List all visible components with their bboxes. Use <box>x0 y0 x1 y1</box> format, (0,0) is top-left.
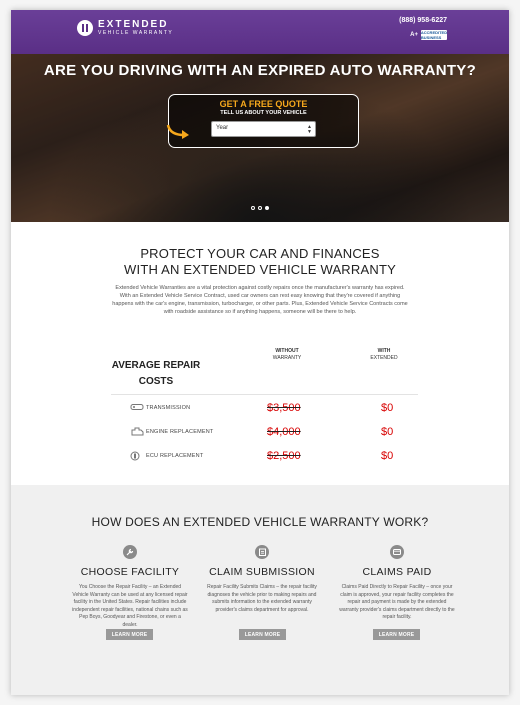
carousel-dot-active[interactable] <box>265 206 269 210</box>
wallet-icon <box>390 545 404 559</box>
price-without: $2,500 <box>267 450 301 462</box>
column-header-with: WITH EXTENDED <box>370 348 398 361</box>
table-row: ECU REPLACEMENT $2,500 $0 <box>111 443 418 467</box>
logo-sub-text: VEHICLE WARRANTY <box>98 30 174 36</box>
engine-icon <box>131 427 144 436</box>
how-heading: HOW DOES AN EXTENDED VEHICLE WARRANTY WO… <box>91 515 429 529</box>
how-it-works-section: HOW DOES AN EXTENDED VEHICLE WARRANTY WO… <box>11 485 509 695</box>
step-claims-paid: CLAIMS PAID Claims Paid Directly to Repa… <box>327 545 467 622</box>
learn-more-button[interactable]: LEARN MORE <box>373 629 420 640</box>
select-arrows-icon: ▲ ▼ <box>307 124 312 135</box>
trust-badges: A+ ACCREDITED BUSINESS <box>410 30 447 40</box>
quote-form: GET A FREE QUOTE TELL US ABOUT YOUR VEHI… <box>168 94 359 148</box>
wrench-icon <box>123 545 137 559</box>
table-row: ENGINE REPLACEMENT $4,000 $0 <box>111 419 418 443</box>
repair-heading: AVERAGE REPAIR COSTS <box>111 360 201 387</box>
price-without: $4,000 <box>267 426 301 438</box>
curved-arrow-icon <box>166 124 189 139</box>
landing-page: EXTENDED VEHICLE WARRANTY (888) 958-6227… <box>11 10 509 695</box>
quote-title: GET A FREE QUOTE <box>219 99 308 109</box>
protect-section: PROTECT YOUR CAR AND FINANCES WITH AN EX… <box>11 246 509 316</box>
step-text: Repair Facility Submits Claims – the rep… <box>207 584 317 613</box>
hero-banner: ARE YOU DRIVING WITH AN EXPIRED AUTO WAR… <box>11 54 509 222</box>
learn-more-button[interactable]: LEARN MORE <box>239 629 286 640</box>
step-claim-submission: CLAIM SUBMISSION Repair Facility Submits… <box>192 545 332 614</box>
step-choose-facility: CHOOSE FACILITY You Choose the Repair Fa… <box>60 545 200 629</box>
step-text: Claims Paid Directly to Repair Facility … <box>339 584 455 620</box>
price-with: $0 <box>381 402 394 414</box>
transmission-icon <box>130 404 144 410</box>
carousel-dots <box>11 206 509 210</box>
protect-body: Extended Vehicle Warranties are a vital … <box>112 285 408 315</box>
bbb-badge[interactable]: ACCREDITED BUSINESS <box>421 30 447 40</box>
repair-cost-table: AVERAGE REPAIR COSTS WITHOUT WARRANTY WI… <box>111 348 418 467</box>
carousel-dot[interactable] <box>258 206 262 210</box>
table-row: TRANSMISSION $3,500 $0 <box>111 395 418 419</box>
price-without: $3,500 <box>267 402 301 414</box>
step-title: CHOOSE FACILITY <box>80 566 180 578</box>
carousel-dot[interactable] <box>251 206 255 210</box>
repair-label: ECU REPLACEMENT <box>146 453 204 459</box>
logo-main-text: EXTENDED <box>98 19 169 30</box>
learn-more-button[interactable]: LEARN MORE <box>106 629 153 640</box>
column-header-without: WITHOUT WARRANTY <box>272 348 302 361</box>
price-with: $0 <box>381 450 394 462</box>
site-header: EXTENDED VEHICLE WARRANTY (888) 958-6227… <box>11 10 509 54</box>
price-with: $0 <box>381 426 394 438</box>
phone-number[interactable]: (888) 958-6227 <box>399 17 447 24</box>
ecu-icon <box>130 451 140 461</box>
protect-heading: PROTECT YOUR CAR AND FINANCES WITH AN EX… <box>124 246 396 277</box>
clipboard-icon <box>255 545 269 559</box>
logo-mark-icon <box>77 20 93 36</box>
logo[interactable]: EXTENDED VEHICLE WARRANTY <box>77 20 173 36</box>
repair-label: TRANSMISSION <box>146 405 191 411</box>
year-select-value: Year <box>216 125 229 131</box>
hero-title: ARE YOU DRIVING WITH AN EXPIRED AUTO WAR… <box>43 62 477 79</box>
year-select[interactable]: Year ▲ ▼ <box>211 121 316 137</box>
step-title: CLAIMS PAID <box>362 566 432 578</box>
rating-badge: A+ <box>410 32 418 38</box>
quote-subtitle: TELL US ABOUT YOUR VEHICLE <box>220 110 307 116</box>
step-text: You Choose the Repair Facility – an Exte… <box>72 584 188 628</box>
step-title: CLAIM SUBMISSION <box>209 566 315 578</box>
repair-label: ENGINE REPLACEMENT <box>146 429 214 435</box>
